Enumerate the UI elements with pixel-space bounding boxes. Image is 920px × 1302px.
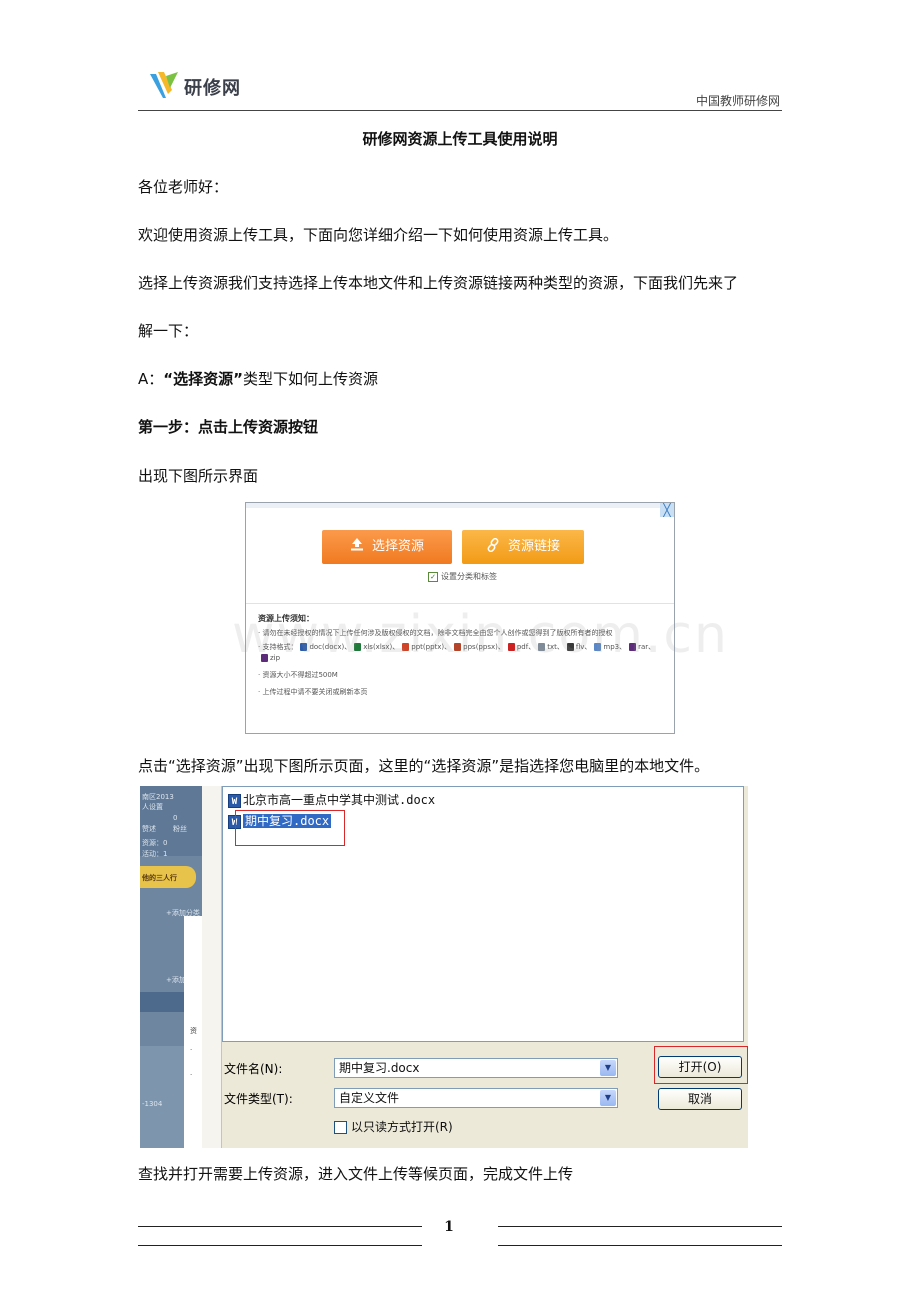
logo-icon (150, 72, 178, 98)
intro-paragraph: 欢迎使用资源上传工具，下面向您详细介绍一下如何使用资源上传工具。 (138, 226, 619, 244)
resource-link-button[interactable]: 资源链接 (462, 530, 584, 564)
document-title: 研修网资源上传工具使用说明 (362, 130, 558, 148)
chevron-down-icon[interactable]: ▼ (600, 1060, 616, 1076)
bg-text: 活动：1 (142, 850, 168, 858)
footer-rule-left-top (138, 1226, 422, 1227)
section-a-heading: A：“选择资源”类型下如何上传资源 (138, 369, 788, 389)
bg-text: · (190, 1071, 193, 1079)
link-icon (487, 537, 499, 553)
select-resource-button[interactable]: 选择资源 (322, 530, 452, 564)
section-a-prefix: A： (138, 370, 164, 388)
paragraph-3: 查找并打开需要上传资源，进入文件上传等候页面，完成文件上传 (138, 1165, 574, 1183)
bg-text: 资源：0 (142, 839, 168, 847)
category-tag-label: 设置分类和标签 (441, 572, 497, 581)
paragraph-1-line-1: 选择上传资源我们支持选择上传本地文件和上传资源链接两种类型的资源，下面我们先来了 (138, 274, 739, 292)
bg-text: 粉丝 (173, 825, 187, 833)
figure-1-intro: 出现下图所示界面 (138, 467, 259, 485)
bg-text: 资 (190, 1027, 197, 1035)
dialog-divider (246, 603, 674, 604)
page-number: 1 (444, 1219, 454, 1235)
bg-text: 0 (173, 814, 178, 822)
resource-link-label: 资源链接 (507, 539, 560, 554)
footer-rule-right-top (498, 1226, 782, 1227)
readonly-checkbox-row[interactable]: 以只读方式打开(R) (334, 1118, 453, 1135)
dialog-top-bar (246, 503, 674, 508)
readonly-checkbox[interactable] (334, 1121, 347, 1134)
header-divider (138, 110, 782, 111)
close-icon[interactable]: ╳ (660, 503, 674, 517)
highlight-box-open (654, 1046, 748, 1084)
bg-text: 人设置 (142, 803, 163, 811)
select-resource-label: 选择资源 (371, 539, 424, 554)
section-a-suffix: 类型下如何上传资源 (242, 370, 378, 388)
bg-text: -1304 (142, 1100, 163, 1108)
filename-label: 文件名(N): (224, 1062, 283, 1076)
bg-text: · (190, 1046, 193, 1054)
header-logo: 研修网 (148, 68, 278, 104)
filetype-value: 自定义文件 (339, 1091, 400, 1105)
filetype-select[interactable]: 自定义文件 ▼ (334, 1088, 618, 1108)
paragraph-2: 点击“选择资源”出现下图所示页面，这里的“选择资源”是指选择您电脑里的本地文件。 (138, 757, 710, 775)
footer-rule-right-bottom (498, 1245, 782, 1246)
filename-value: 期中复习.docx (339, 1061, 420, 1075)
highlight-box-file (235, 810, 345, 846)
footer-rule-left-bottom (138, 1245, 422, 1246)
filename-input[interactable]: 期中复习.docx ▼ (334, 1058, 618, 1078)
chevron-down-icon[interactable]: ▼ (600, 1090, 616, 1106)
background-page-panel: 资 · · (184, 916, 202, 1148)
file-name: 北京市高一重点中学其中测试.docx (243, 793, 436, 807)
greeting: 各位老师好： (138, 178, 229, 196)
paragraph-1-line-2: 解一下： (138, 322, 199, 340)
step-1-heading: 第一步：点击上传资源按钮 (138, 418, 319, 436)
bg-text: 他的三人行 (142, 874, 177, 882)
bg-text: +添加 (166, 976, 186, 984)
bg-text: 赞述 (142, 825, 156, 833)
logo-text: 研修网 (184, 78, 241, 99)
word-document-icon: W (228, 793, 241, 808)
file-item[interactable]: W 北京市高一重点中学其中测试.docx (228, 792, 435, 808)
dialog-left-strip (202, 786, 222, 1148)
section-a-bold: “选择资源” (163, 370, 243, 388)
upload-icon (350, 538, 363, 551)
header-org-name: 中国教师研修网 (695, 94, 780, 108)
checkbox-checked-icon[interactable]: ✓ (428, 571, 438, 582)
file-open-dialog-screenshot: 南区2013 人设置 0 赞述 粉丝 资源：0 活动：1 他的三人行 +添加分类… (140, 786, 748, 1148)
watermark: www.zixin.com.cn (232, 605, 729, 665)
note-size-limit: · 资源大小不得超过500M (258, 671, 338, 679)
category-tag-checkbox-row[interactable]: ✓ 设置分类和标签 (428, 571, 497, 582)
cancel-button[interactable]: 取消 (658, 1088, 742, 1110)
bg-text: 南区2013 (142, 793, 174, 801)
note-do-not-close: · 上传过程中请不要关闭或刷新本页 (258, 688, 368, 696)
filetype-label: 文件类型(T): (224, 1092, 293, 1106)
readonly-label: 以只读方式打开(R) (351, 1120, 453, 1134)
